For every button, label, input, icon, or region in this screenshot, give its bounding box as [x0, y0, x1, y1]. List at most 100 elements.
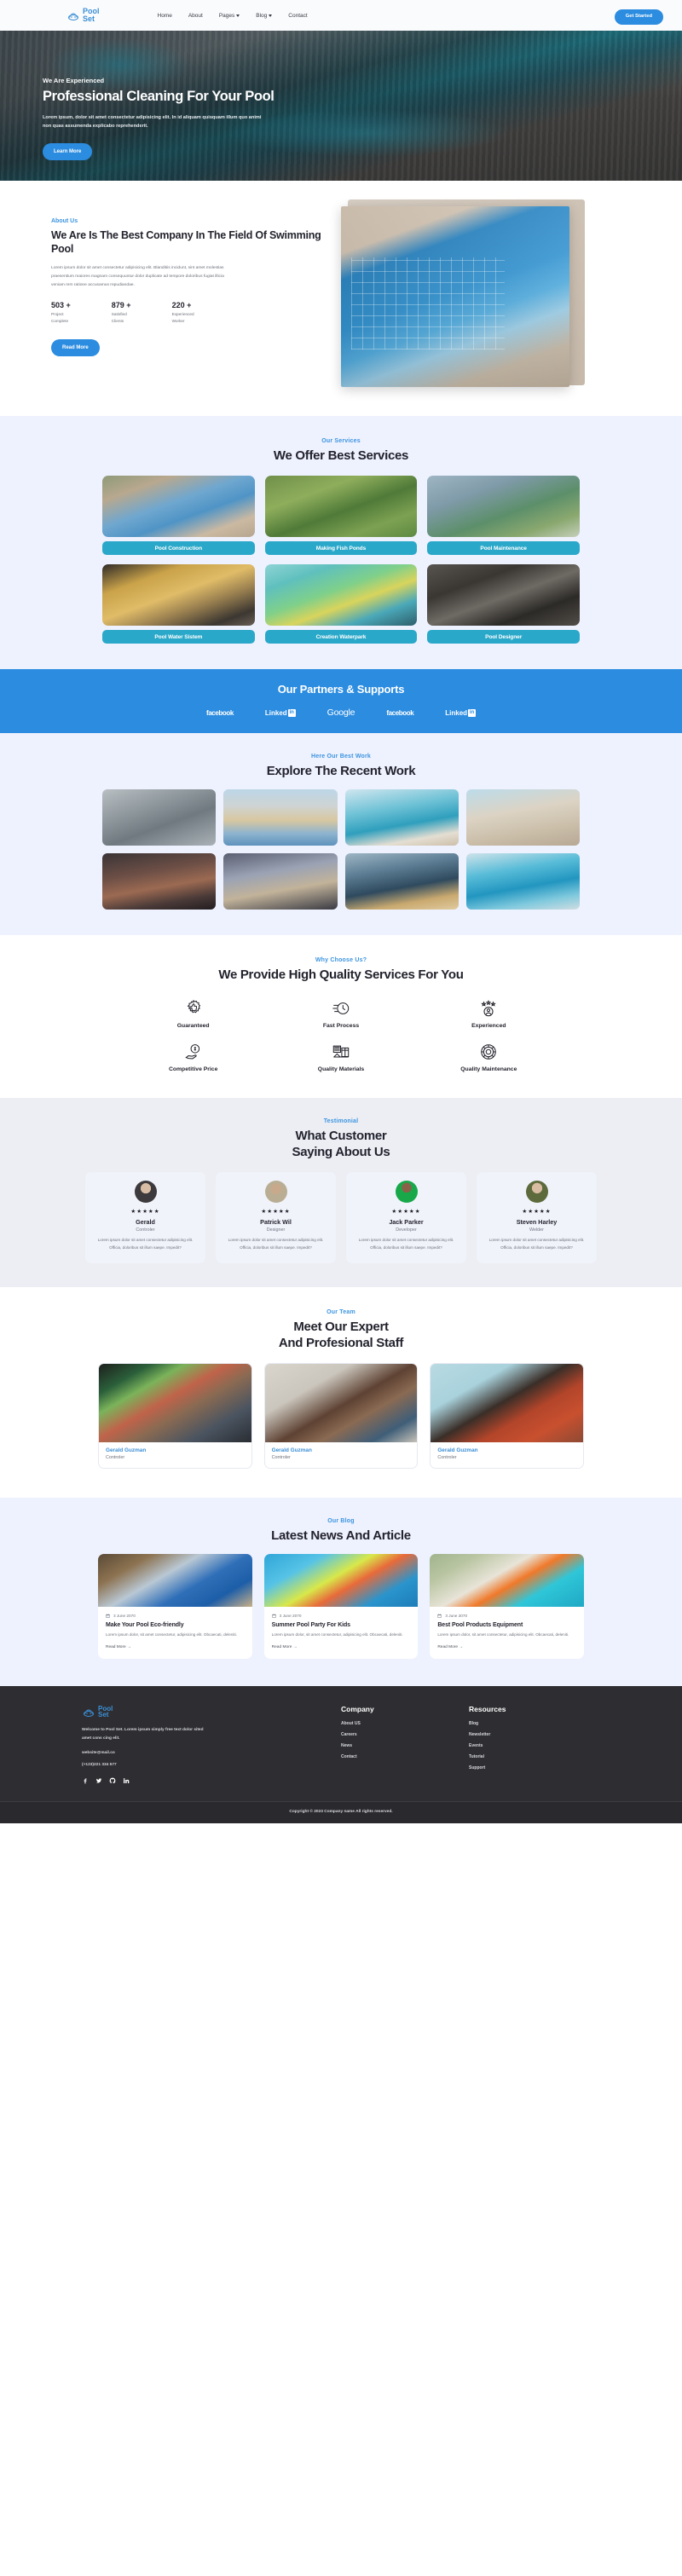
blog-card-body: 3 June 2070 Make Your Pool Eco-friendly … [98, 1607, 252, 1659]
feature-item: Experienced [415, 997, 563, 1029]
service-card[interactable]: Making Fish Ponds [264, 476, 418, 556]
nav-label: Blog [256, 12, 268, 19]
portfolio-item[interactable] [465, 853, 580, 910]
brand-logo-link[interactable]: Pool Set [66, 8, 100, 22]
stat-label: Project Complete [51, 311, 71, 326]
blog-card[interactable]: 3 June 2070 Best Pool Products Equipment… [430, 1554, 584, 1660]
nav-label: Pages [218, 12, 235, 19]
footer-link-news[interactable]: News [341, 1743, 469, 1748]
footer-brand-text: Pool Set [98, 1705, 113, 1718]
github-icon[interactable] [109, 1777, 116, 1784]
portfolio-item[interactable] [223, 789, 338, 846]
service-label[interactable]: Pool Maintenance [427, 541, 580, 556]
blog-read-more-link[interactable]: Read More → [437, 1645, 576, 1649]
service-card[interactable]: Pool Water Sistem [102, 564, 255, 644]
hand-price-tag-icon [119, 1041, 267, 1063]
chevron-down-icon [236, 14, 240, 17]
footer-link-tutorial[interactable]: Tutorial [469, 1754, 597, 1759]
about-button-wrap: Read More [51, 338, 324, 357]
linkedin-text: Linked [445, 708, 468, 717]
footer-link-contact[interactable]: Contact [341, 1754, 469, 1759]
service-card[interactable]: Pool Maintenance [427, 476, 580, 556]
about-text-column: About Us We Are Is The Best Company In T… [43, 206, 324, 357]
portfolio-item[interactable] [102, 789, 217, 846]
blog-card[interactable]: 3 June 2070 Summer Pool Party For Kids L… [263, 1554, 419, 1660]
navbar: Pool Set Home About Pages Blog Contact G… [0, 0, 682, 31]
footer-link-blog[interactable]: Blog [469, 1721, 597, 1726]
service-label[interactable]: Pool Designer [427, 630, 580, 644]
footer-brand-column: Pool Set Welcome to Pool Set. Lorem ipsu… [60, 1705, 341, 1784]
get-started-button[interactable]: Get Started [614, 9, 663, 25]
portfolio-item[interactable] [223, 853, 338, 910]
testimonial-card: ★★★★★ Patrick Wil Designer Lorem ipsum d… [216, 1171, 336, 1263]
portfolio-item[interactable] [344, 789, 459, 846]
google-logo-icon: Google [327, 708, 355, 719]
team-card[interactable]: Gerald Guzman Controler [430, 1363, 584, 1470]
testimonial-text: Lorem ipsum dolor sit amet consectetur a… [358, 1237, 454, 1250]
blog-date-row: 3 June 2070 [271, 1614, 411, 1618]
facebook-icon[interactable] [82, 1777, 89, 1784]
stat-value: 503 + [51, 300, 71, 309]
nav-item-blog[interactable]: Blog [256, 12, 273, 19]
nav-item-home[interactable]: Home [158, 13, 172, 19]
rating-stars: ★★★★★ [522, 1208, 552, 1215]
nav-item-pages[interactable]: Pages [219, 13, 240, 19]
avatar [525, 1180, 548, 1203]
twitter-icon[interactable] [95, 1777, 102, 1784]
service-label[interactable]: Pool Water Sistem [102, 630, 255, 644]
portfolio-section: Here Our Best Work Explore The Recent Wo… [0, 733, 682, 936]
chevron-down-icon [269, 14, 273, 17]
stat-item: 879 + Satisfied Clients [112, 301, 131, 326]
team-card[interactable]: Gerald Guzman Controler [98, 1363, 252, 1470]
footer-link-events[interactable]: Events [469, 1743, 597, 1748]
partners-logo-row: facebook Linked in Google facebook Linked… [0, 708, 682, 718]
linkedin-logo-icon: Linked in [264, 708, 296, 717]
read-more-button[interactable]: Read More [51, 339, 100, 357]
feature-item: Quality Materials [267, 1041, 414, 1072]
feature-label: Fast Process [322, 1022, 360, 1029]
blog-card[interactable]: 3 June 2070 Make Your Pool Eco-friendly … [98, 1554, 252, 1660]
blog-read-more-link[interactable]: Read More → [106, 1645, 245, 1649]
service-label[interactable]: Pool Construction [102, 541, 255, 556]
portfolio-item[interactable] [344, 853, 459, 910]
team-card[interactable]: Gerald Guzman Controler [263, 1363, 419, 1470]
nav-links: Home About Pages Blog Contact [158, 13, 308, 19]
footer-link-support[interactable]: Support [469, 1765, 597, 1770]
stat-label-line2: Worker [171, 319, 185, 324]
stat-value: 879 + [111, 300, 131, 309]
footer-link-careers[interactable]: Careers [341, 1732, 469, 1737]
learn-more-button[interactable]: Learn More [43, 142, 93, 160]
service-label[interactable]: Making Fish Ponds [264, 541, 418, 556]
service-label[interactable]: Creation Waterpark [264, 630, 418, 644]
blog-read-more-link[interactable]: Read More → [272, 1645, 411, 1649]
service-card[interactable]: Pool Construction [102, 476, 255, 556]
footer-brand[interactable]: Pool Set [82, 1705, 341, 1718]
linkedin-icon[interactable] [123, 1777, 130, 1784]
footer-link-about-us[interactable]: About US [341, 1721, 469, 1726]
hero-title: Professional Cleaning For Your Pool [43, 89, 275, 104]
feature-label: Competitive Price [168, 1066, 218, 1072]
footer-link-newsletter[interactable]: Newsletter [469, 1732, 597, 1737]
brand-text: Pool Set [83, 8, 100, 22]
about-wrap: About Us We Are Is The Best Company In T… [43, 199, 639, 387]
footer-phone[interactable]: (+123)221 334 577 [82, 1763, 341, 1767]
linkedin-text: Linked [264, 708, 287, 717]
blog-image [263, 1554, 419, 1608]
blog-post-desc: Lorem ipsum dolor, sit amet consectetur,… [106, 1632, 237, 1637]
blog-eyebrow: Our Blog [327, 1518, 355, 1525]
testimonial-title: What Customer Saying About Us [0, 1128, 682, 1160]
team-title: Meet Our Expert And Profesional Staff [0, 1319, 682, 1351]
service-card[interactable]: Creation Waterpark [264, 564, 418, 644]
hero-description: Lorem ipsum, dolor sit amet consectetur … [43, 114, 262, 130]
portfolio-item[interactable] [102, 853, 217, 910]
service-card[interactable]: Pool Designer [427, 564, 580, 644]
about-stats: 503 + Project Complete 879 + Satisfied C… [51, 301, 324, 326]
portfolio-item[interactable] [465, 789, 580, 846]
nav-item-contact[interactable]: Contact [288, 13, 307, 19]
testimonial-grid: ★★★★★ Gerald Controler Lorem ipsum dolor… [85, 1171, 597, 1263]
footer-email[interactable]: website@mail.co [82, 1751, 341, 1755]
testimonial-role: Developer [396, 1227, 417, 1233]
team-role: Controler [106, 1455, 125, 1461]
footer-heading: Resources [469, 1705, 506, 1714]
nav-item-about[interactable]: About [188, 13, 203, 19]
